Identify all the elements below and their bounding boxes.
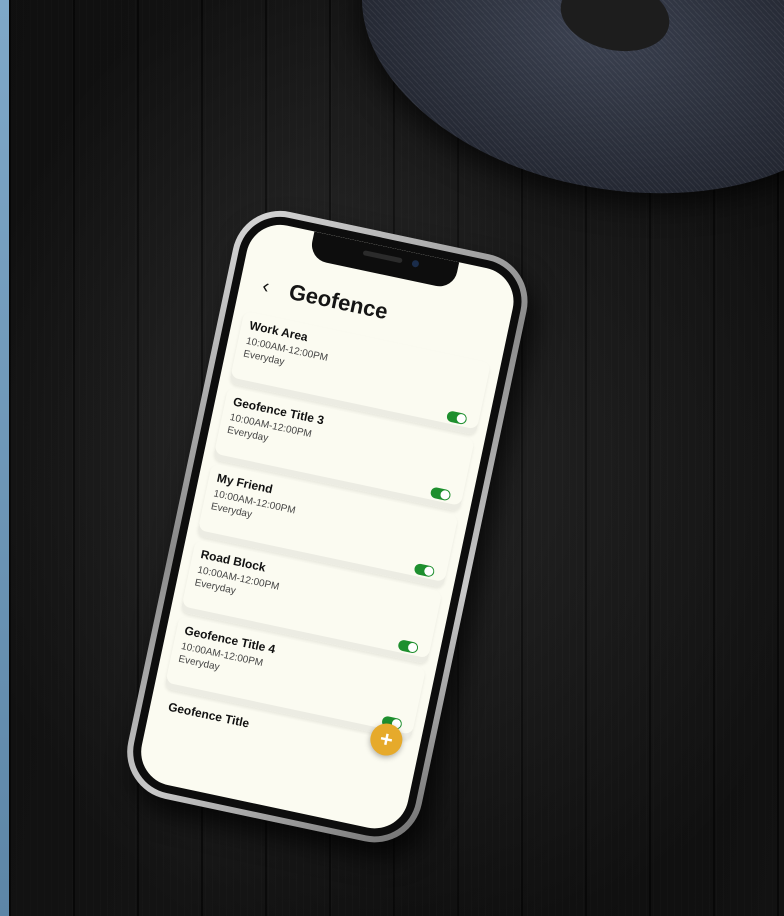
background-edge — [0, 0, 9, 916]
toggle-knob — [423, 565, 435, 577]
chevron-left-icon[interactable]: ‹ — [250, 272, 282, 300]
front-camera — [411, 259, 420, 268]
page-title: Geofence — [286, 278, 391, 325]
geofence-toggle[interactable] — [413, 562, 436, 578]
geofence-toggle[interactable] — [445, 410, 468, 426]
toggle-knob — [439, 489, 451, 501]
toggle-knob — [455, 413, 467, 424]
geofence-toggle[interactable] — [397, 639, 420, 655]
geofence-toggle[interactable] — [429, 486, 452, 502]
geofence-list: Work Area 10:00AM-12:00PM Everyday Geofe… — [154, 310, 491, 788]
toggle-knob — [407, 642, 418, 653]
speaker — [362, 250, 403, 264]
plus-icon: + — [377, 725, 396, 753]
